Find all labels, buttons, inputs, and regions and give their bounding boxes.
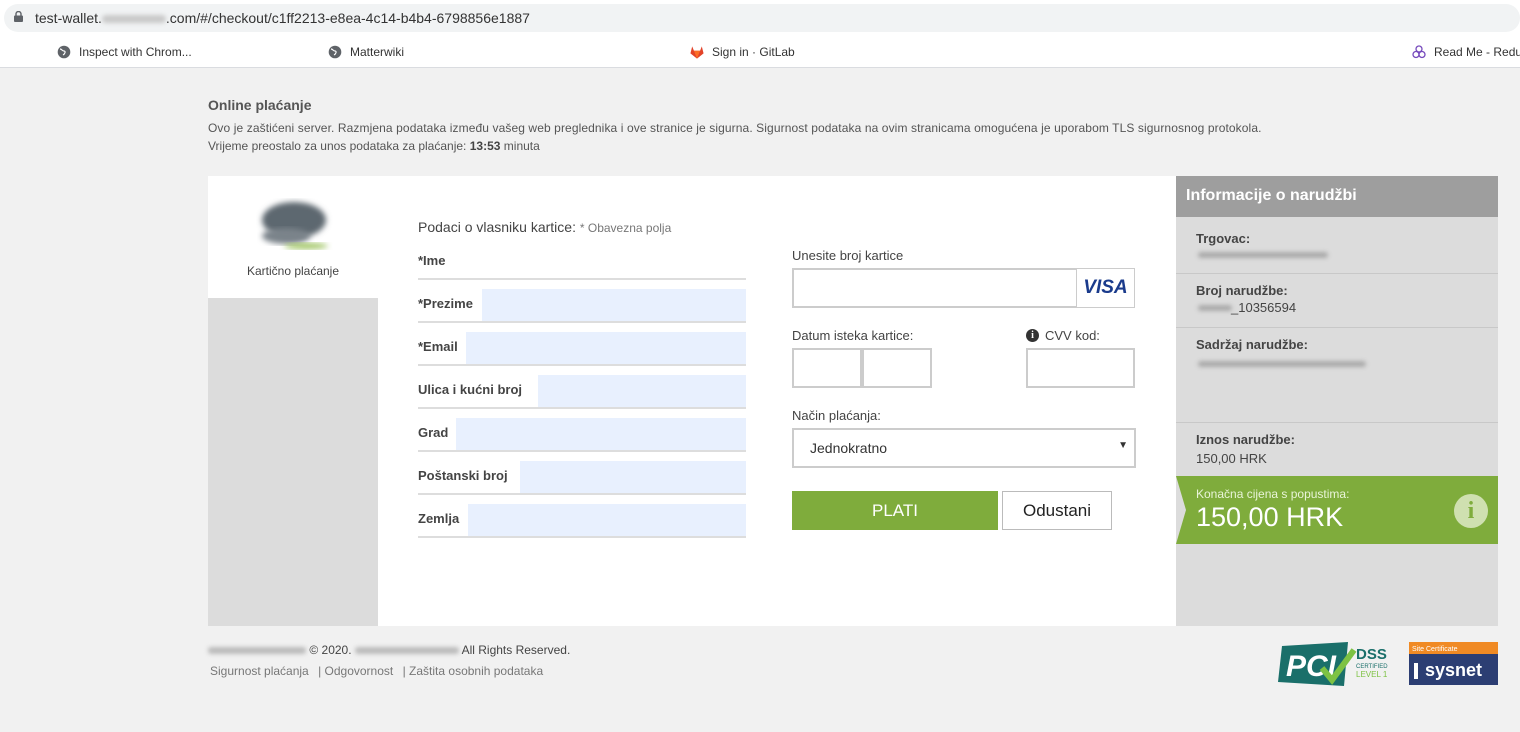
required-note: * Obavezna polja [579,221,672,235]
payment-method-label: Kartično plaćanje [246,264,340,278]
order-amount-value: 150,00 HRK [1196,451,1267,466]
bookmarks-bar: Inspect with Chrom... Matterwiki Sign in… [0,36,1520,68]
postal-code-label: Poštanski broj [418,468,508,483]
order-contents-section: Sadržaj narudžbe: [1176,328,1498,423]
final-price-value: 150,00 HRK [1196,502,1344,532]
info-icon[interactable]: i [1026,329,1039,342]
copyright-line: © 2020. All Rights Reserved. [208,643,570,657]
country-label: Zemlja [418,511,460,526]
lock-icon [14,11,23,22]
info-icon[interactable]: i [1454,494,1488,528]
order-contents-redacted [1198,361,1366,367]
cvv-label: CVV kod: [1045,328,1100,343]
order-number-label: Broj narudžbe: [1196,283,1288,298]
footer-link-liability[interactable]: | Odgovornost [318,664,393,678]
field-email: *Email [418,332,746,366]
secure-notice: Ovo je zaštićeni server. Razmjena podata… [208,121,1262,135]
pci-dss-badge: PCI DSS CERTIFIED LEVEL 1 [1278,642,1388,686]
payment-type-value: Jednokratno [810,440,888,456]
bookmark-gitlab[interactable]: Sign in · GitLab [690,42,795,62]
order-info-panel: Informacije o narudžbi Trgovac: Broj nar… [1176,176,1498,626]
email-input[interactable] [466,332,746,364]
payment-method-column: Kartično plaćanje [208,176,378,626]
expiry-month-input[interactable] [792,348,862,388]
postal-code-input[interactable] [520,461,746,493]
expiry-year-input[interactable] [862,348,932,388]
field-postal-code: Poštanski broj [418,461,746,495]
svg-text:sysnet: sysnet [1425,660,1482,680]
order-amount-section: Iznos narudžbe: 150,00 HRK [1176,423,1498,476]
first-name-label: *Ime [418,253,446,268]
cancel-button[interactable]: Odustani [1002,491,1112,530]
gitlab-icon [690,46,704,59]
time-remaining: Vrijeme preostalo za unos podataka za pl… [208,139,540,153]
field-last-name: *Prezime [418,289,746,323]
url-text: test-wallet. .com/#/checkout/c1ff2213-e8e… [35,10,530,26]
svg-text:Site Certificate: Site Certificate [1412,646,1458,653]
payment-method-card[interactable]: Kartično plaćanje [208,176,378,298]
city-label: Grad [418,425,449,440]
address-bar[interactable]: test-wallet. .com/#/checkout/c1ff2213-e8e… [0,0,1520,36]
card-number-label: Unesite broj kartice [792,248,904,263]
last-name-label: *Prezime [418,296,473,311]
cvv-input[interactable] [1026,348,1135,388]
merchant-value-redacted [1198,252,1328,258]
globe-icon [328,45,342,59]
footer-links: Sigurnost plaćanja | Odgovornost | Zašti… [210,664,549,678]
merchant-label: Trgovac: [1196,231,1251,246]
order-number-section: Broj narudžbe: _10356594 [1176,274,1498,328]
form-title: Podaci o vlasniku kartice: * Obavezna po… [418,219,672,235]
footer-link-privacy[interactable]: | Zaštita osobnih podataka [403,664,544,678]
checkout-form: Podaci o vlasniku kartice: * Obavezna po… [378,176,1176,626]
payment-type-label: Način plaćanja: [792,408,881,423]
sysnet-badge: Site Certificate sysnet [1409,642,1498,685]
email-label: *Email [418,339,458,354]
country-input[interactable] [468,504,746,536]
expiry-label: Datum isteka kartice: [792,328,914,343]
svg-text:DSS: DSS [1356,646,1387,663]
field-city: Grad [418,418,746,452]
company-name-redacted-2 [354,647,459,655]
order-number-value: _10356594 [1231,300,1297,315]
payment-type-select[interactable]: Jednokratno ▼ [792,428,1136,468]
street-input[interactable] [538,375,746,407]
visa-logo: VISA [1076,269,1134,307]
merchant-section: Trgovac: [1176,217,1498,274]
cvv-label-group: i CVV kod: [1026,328,1100,343]
last-name-input[interactable] [482,289,746,321]
field-first-name: *Ime [418,246,746,280]
company-name-redacted [208,647,306,655]
final-price-banner: Konačna cijena s popustima: 150,00 HRK i [1176,476,1498,544]
city-input[interactable] [456,418,746,450]
page-title: Online plaćanje [208,97,312,113]
bookmark-redux[interactable]: Read Me - Redu [1412,42,1520,62]
chevron-down-icon: ▼ [1118,440,1128,451]
final-price-label: Konačna cijena s popustima: [1196,487,1350,501]
order-number-prefix-redacted [1198,305,1232,311]
footer-link-payment-security[interactable]: Sigurnost plaćanja [210,664,309,678]
time-remaining-value: 13:53 [469,139,501,153]
bookmark-matterwiki[interactable]: Matterwiki [328,42,404,62]
globe-icon [57,45,71,59]
order-amount-label: Iznos narudžbe: [1196,432,1295,447]
svg-text:LEVEL 1: LEVEL 1 [1356,670,1388,679]
street-label: Ulica i kućni broj [418,382,523,397]
merchant-logo [262,202,328,249]
field-street: Ulica i kućni broj [418,375,746,409]
redux-icon [1412,45,1426,59]
order-contents-label: Sadržaj narudžbe: [1196,337,1308,352]
bookmark-inspect[interactable]: Inspect with Chrom... [57,42,192,62]
order-info-title: Informacije o narudžbi [1176,176,1498,217]
field-country: Zemlja [418,504,746,538]
pay-button[interactable]: PLATI [792,491,998,530]
